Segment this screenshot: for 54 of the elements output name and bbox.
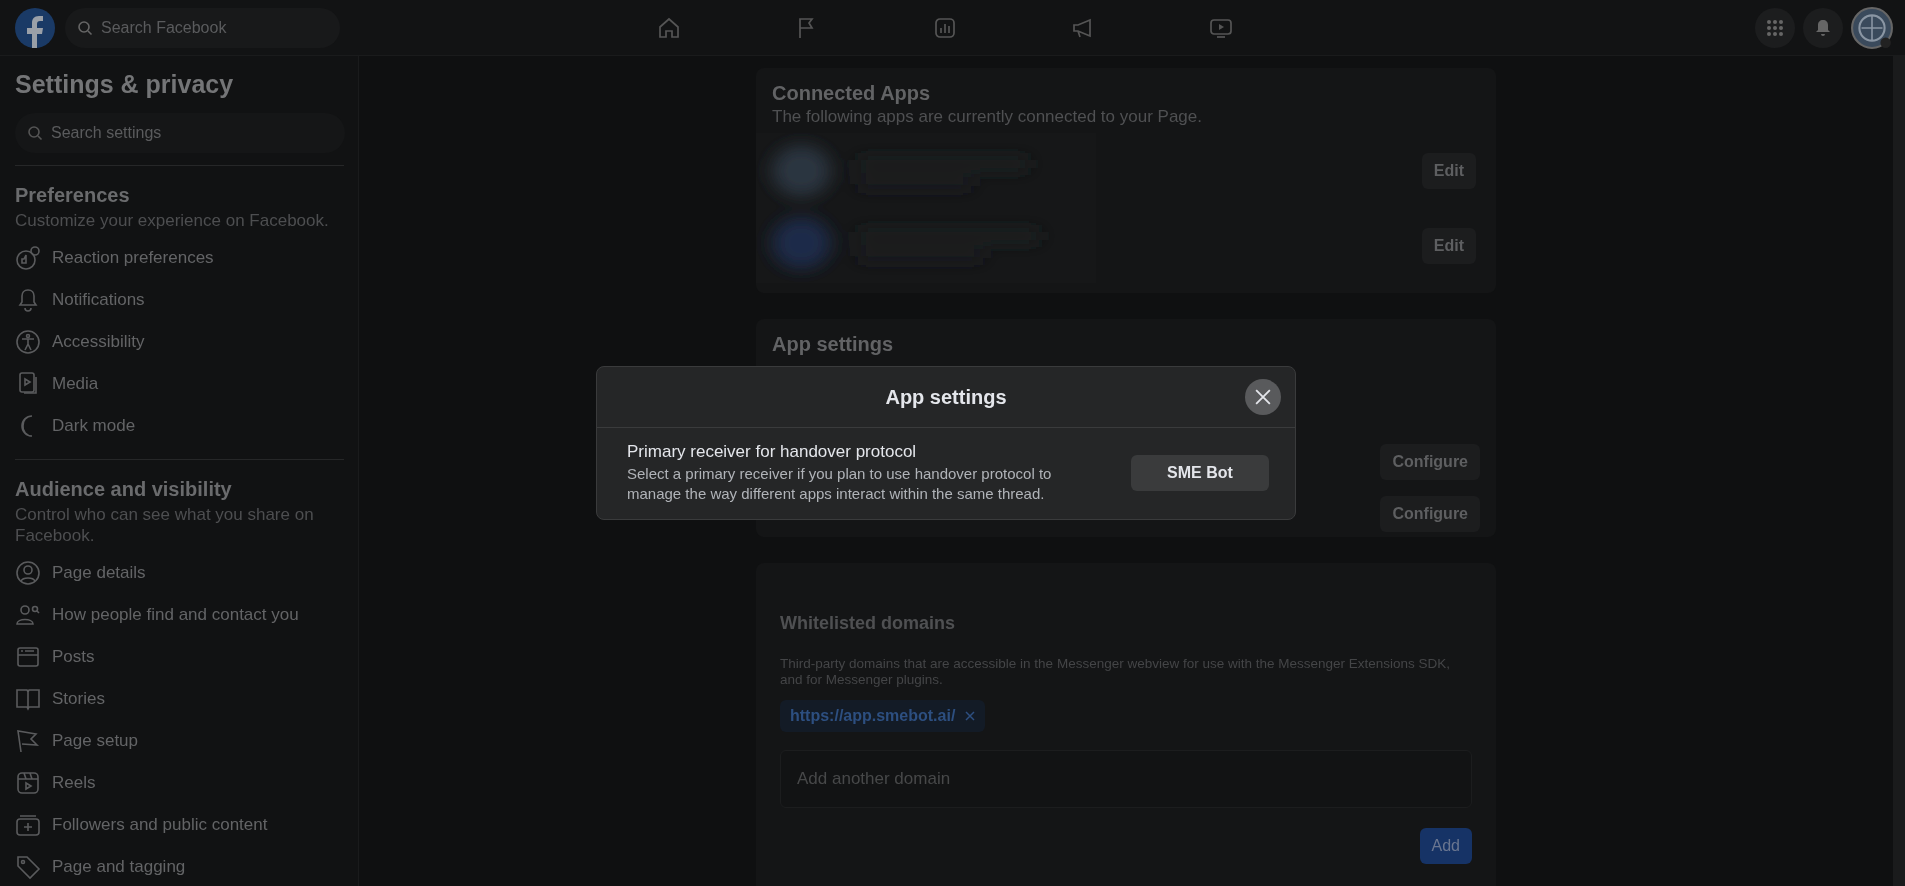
sidebar-item[interactable]: Accessibility <box>52 332 145 353</box>
avatar-icon[interactable] <box>1851 6 1893 49</box>
card-title: Whitelisted domains <box>780 613 957 634</box>
search-field[interactable]: Search Facebook <box>65 7 340 48</box>
configure-button[interactable]: Configure <box>1380 496 1480 532</box>
sidebar-item[interactable]: How people find and contact you <box>52 605 299 626</box>
sidebar-item[interactable]: Reaction preferences <box>52 248 214 269</box>
search-icon <box>27 125 43 141</box>
receiver-button[interactable]: SME Bot <box>1131 454 1269 491</box>
section-title: Audience and visibility <box>15 478 233 502</box>
home-icon[interactable] <box>657 15 681 40</box>
card-title: Connected Apps <box>772 82 932 105</box>
sidebar-title: Settings & privacy <box>15 70 235 99</box>
reels-icon <box>15 770 41 797</box>
card-title: App settings <box>772 333 895 356</box>
person-icon <box>15 560 41 587</box>
logo-icon[interactable] <box>15 7 55 48</box>
add-button[interactable]: Add <box>1419 828 1472 865</box>
sidebar-item[interactable]: Reels <box>52 773 96 794</box>
sidebar-item[interactable]: Page and tagging <box>52 857 186 878</box>
setting-label: Primary receiver for handover protocol <box>627 442 918 462</box>
sidebar-item[interactable]: Notifications <box>52 290 145 311</box>
book-icon <box>15 686 41 713</box>
bell-icon <box>1814 18 1832 37</box>
menu-grid-button[interactable] <box>1755 7 1795 48</box>
accessibility-icon <box>15 329 41 356</box>
section-description: Control who can see what you share on Facebook. <box>15 505 315 547</box>
notifications-button[interactable] <box>1803 7 1843 48</box>
domain-text: https://app.smebot.ai/ <box>790 707 956 726</box>
section-description: Customize your experience on Facebook. <box>15 211 330 232</box>
close-icon <box>1255 389 1271 405</box>
search-icon <box>77 19 93 36</box>
grid-icon <box>1766 18 1784 37</box>
sidebar-item[interactable]: Dark mode <box>52 416 136 437</box>
setting-description: Select a primary receiver if you plan to use handover protocol to manage the way different apps interact within the same thread. <box>627 464 1053 503</box>
sidebar-item[interactable]: Page setup <box>52 731 138 752</box>
section-title: Preferences <box>15 184 131 207</box>
edit-button[interactable]: Edit <box>1421 152 1476 189</box>
configure-button[interactable]: Configure <box>1380 444 1480 480</box>
tag-icon <box>15 854 41 881</box>
followers-icon <box>15 812 41 839</box>
edit-button[interactable]: Edit <box>1421 227 1476 264</box>
sidebar-item[interactable]: Media <box>52 374 99 395</box>
bar-chart-icon[interactable] <box>933 15 957 40</box>
sidebar-item[interactable]: Posts <box>52 647 95 668</box>
search-field[interactable]: Search settings <box>15 113 345 153</box>
sidebar-item[interactable]: Stories <box>52 689 105 710</box>
sidebar-item[interactable]: Followers and public content <box>52 815 268 836</box>
close-button[interactable] <box>1245 379 1281 415</box>
close-icon[interactable] <box>965 711 976 722</box>
card-description: The following apps are currently connected to your Page. <box>772 107 1203 127</box>
dialog-title: App settings <box>885 385 1007 409</box>
sidebar-item[interactable]: Page details <box>52 563 146 584</box>
flag-icon <box>15 728 41 755</box>
